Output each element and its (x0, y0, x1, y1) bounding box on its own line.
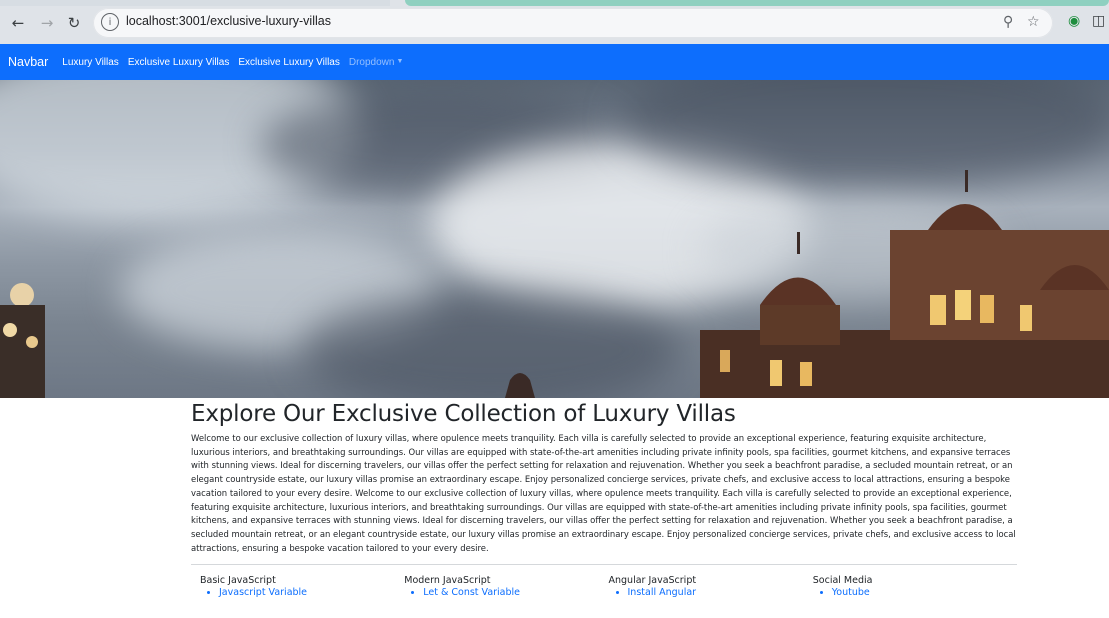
main-content: Explore Our Exclusive Collection of Luxu… (191, 398, 1017, 598)
nav-link-exclusive-luxury-villas[interactable]: Exclusive Luxury Villas (128, 57, 230, 68)
nav-dropdown[interactable]: Dropdown ▼ (349, 57, 404, 68)
footer-column-title: Angular JavaScript (608, 575, 697, 587)
intro-paragraph: Welcome to our exclusive collection of l… (191, 433, 1016, 553)
zoom-icon[interactable]: ⚲ (1003, 14, 1013, 30)
site-info-icon[interactable]: i (101, 13, 119, 31)
tab-strip (0, 0, 1109, 6)
footer-column-basic-js: Basic JavaScript Javascript Variable (200, 575, 404, 598)
footer-column-social-media: Social Media Youtube (813, 575, 1017, 598)
page-title: Explore Our Exclusive Collection of Luxu… (191, 401, 736, 427)
profile-icon[interactable]: ◉ (1068, 13, 1080, 29)
divider (191, 564, 1017, 566)
palace-silhouette (0, 170, 1109, 398)
navbar-brand[interactable]: Navbar (8, 55, 48, 69)
footer-column-modern-js: Modern JavaScript Let & Const Variable (404, 575, 608, 598)
nav-link-luxury-villas[interactable]: Luxury Villas (62, 57, 119, 68)
bookmark-star-icon[interactable]: ☆ (1027, 14, 1040, 30)
footer-link-install-angular[interactable]: Install Angular (628, 587, 813, 598)
hero-image (0, 80, 1109, 398)
back-icon[interactable]: ← (8, 13, 28, 33)
tab-active[interactable] (405, 0, 1109, 6)
footer-columns: Basic JavaScript Javascript Variable Mod… (200, 575, 1017, 598)
forward-icon[interactable]: → (37, 13, 57, 33)
extension-icon[interactable]: ◫ (1092, 13, 1105, 29)
footer-column-title: Modern JavaScript (404, 575, 491, 587)
address-bar[interactable]: i localhost:3001/exclusive-luxury-villas… (93, 8, 1053, 38)
reload-icon[interactable]: ↻ (64, 13, 84, 33)
footer-link-javascript-variable[interactable]: Javascript Variable (219, 587, 404, 598)
top-navbar: Navbar Luxury Villas Exclusive Luxury Vi… (0, 44, 1109, 80)
footer-column-title: Social Media (812, 575, 873, 587)
nav-dropdown-label: Dropdown (348, 56, 395, 68)
palace (700, 170, 1109, 398)
lamp-left (0, 283, 45, 398)
footer-column-angular-js: Angular JavaScript Install Angular (609, 575, 813, 598)
nav-link-exclusive-luxury-villas-2[interactable]: Exclusive Luxury Villas (238, 57, 340, 68)
url-text[interactable]: localhost:3001/exclusive-luxury-villas (126, 14, 331, 28)
chevron-down-icon: ▼ (396, 58, 404, 66)
footer-link-let-const[interactable]: Let & Const Variable (423, 587, 608, 598)
tab-inactive[interactable] (0, 0, 390, 6)
footer-link-youtube[interactable]: Youtube (832, 587, 1017, 598)
browser-toolbar: ← → ↻ i localhost:3001/exclusive-luxury-… (0, 0, 1109, 45)
footer-column-title: Basic JavaScript (200, 575, 276, 587)
